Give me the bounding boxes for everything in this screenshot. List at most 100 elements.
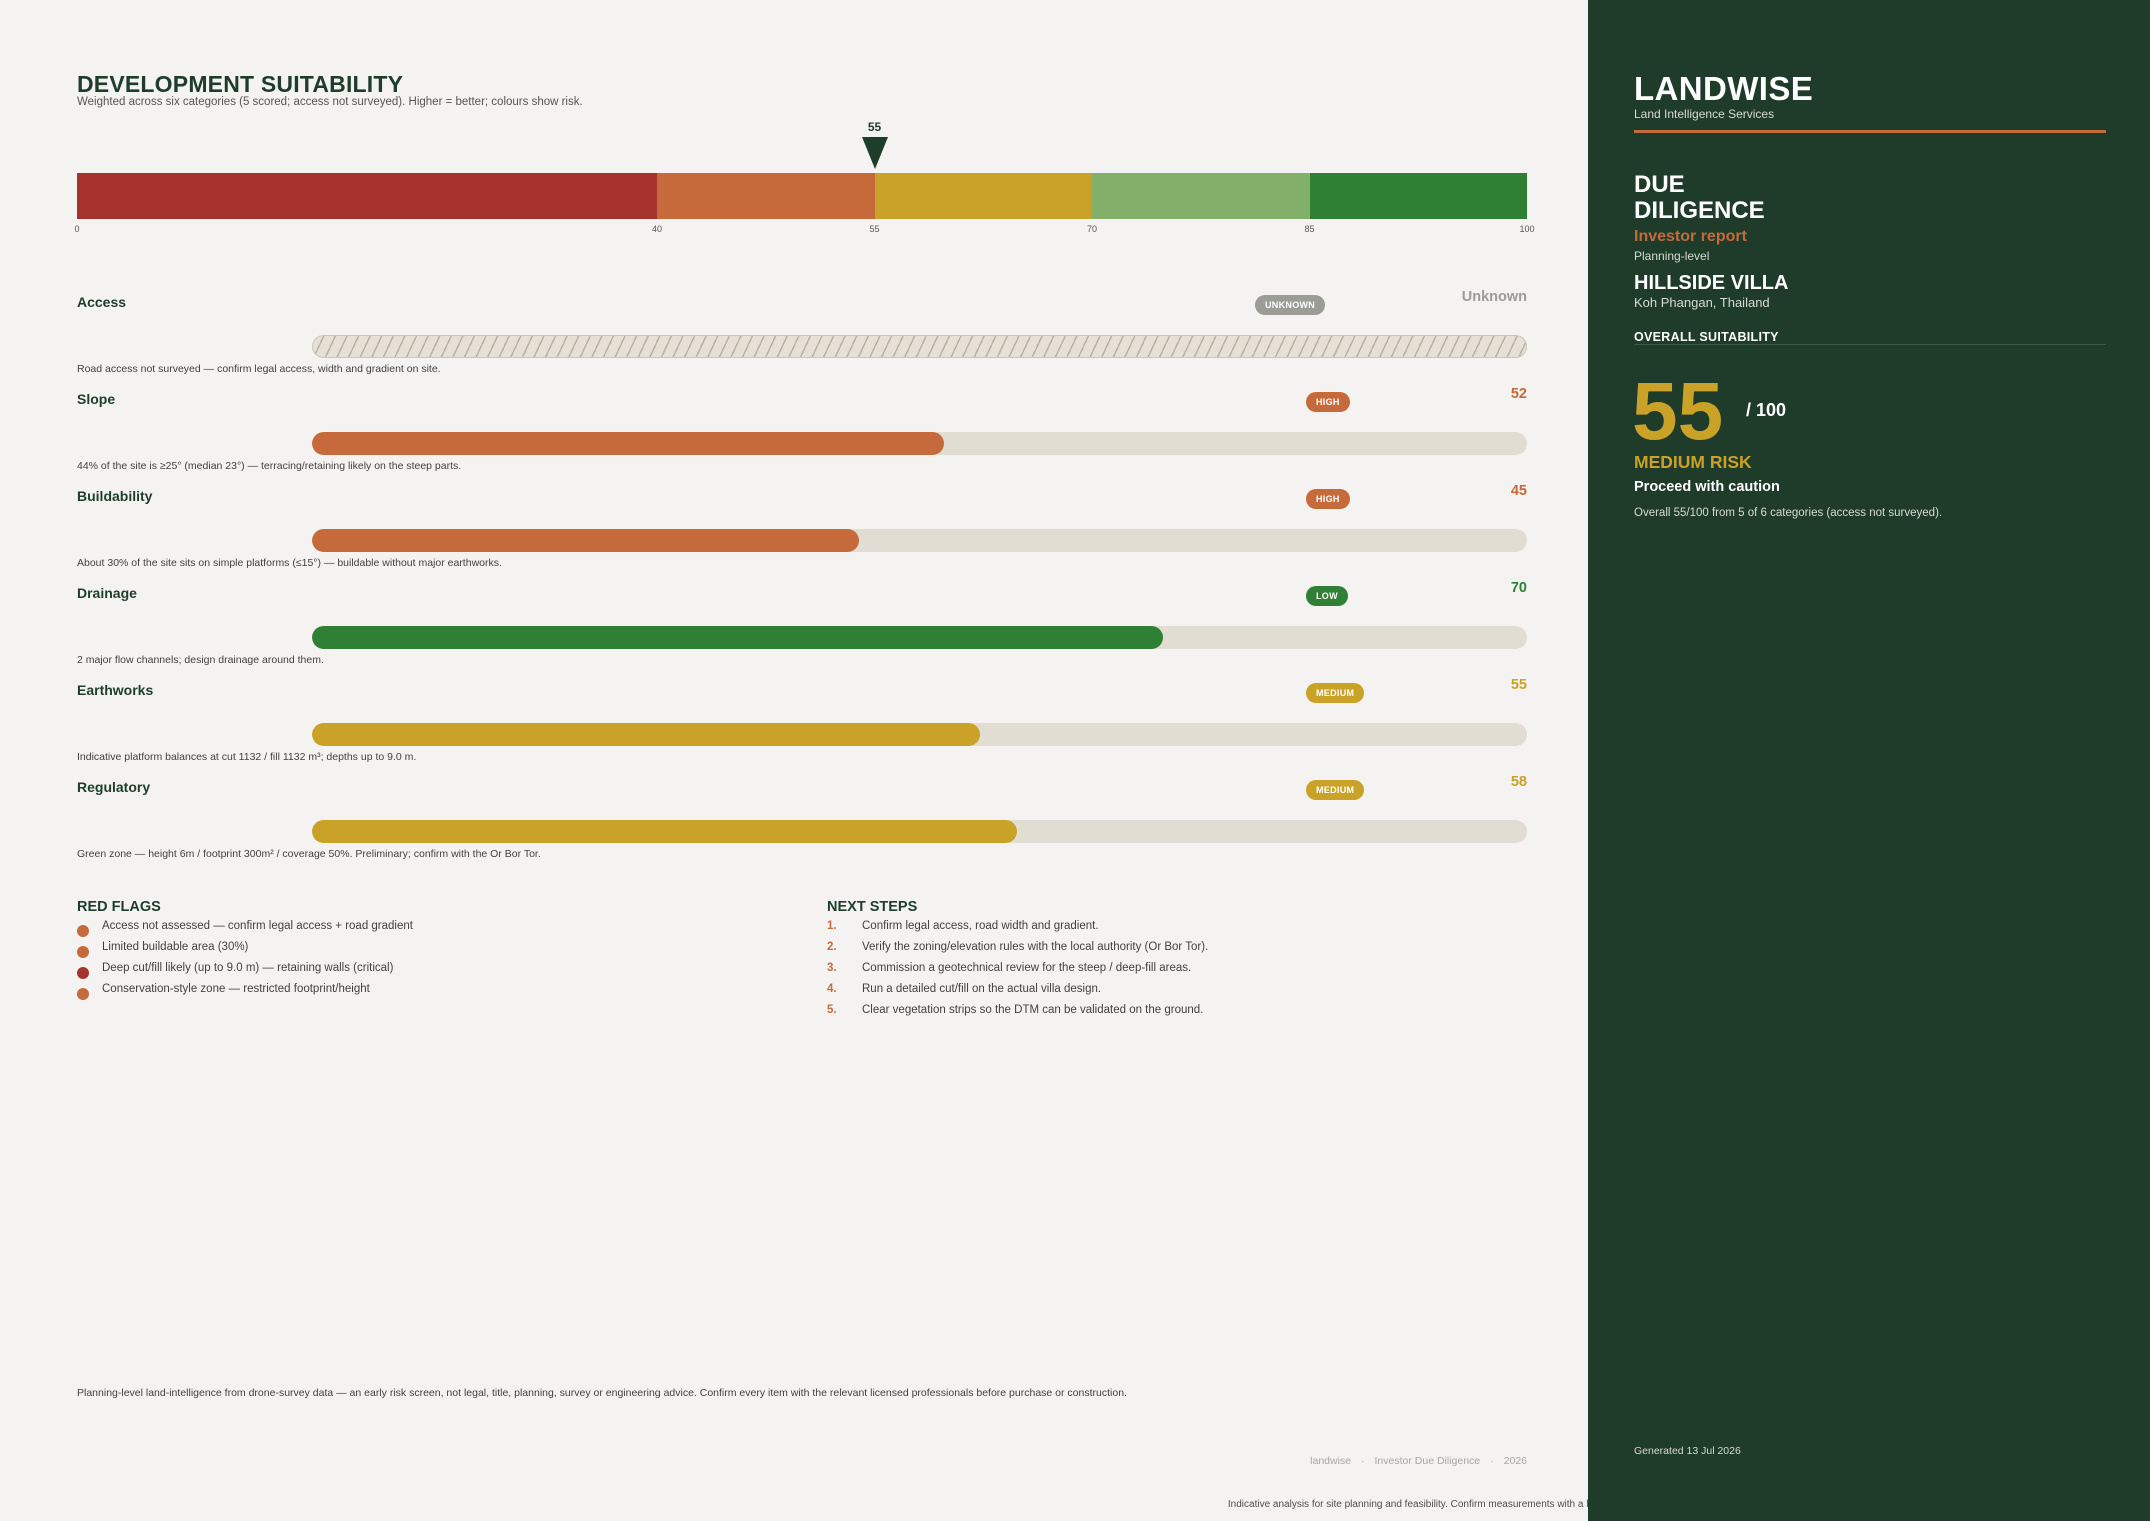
score-fill — [312, 529, 859, 552]
document-level: Planning-level — [1634, 249, 1710, 263]
score-fill — [312, 723, 981, 746]
category-name: Buildability — [77, 488, 153, 504]
page-title: DEVELOPMENT SUITABILITY — [77, 71, 404, 97]
footer-separator: · — [1490, 1455, 1494, 1467]
site-name: HILLSIDE VILLA — [1634, 272, 1789, 294]
flag-dot-icon — [77, 946, 89, 958]
flag-dot-icon — [77, 967, 89, 979]
scale-tick-label: 40 — [651, 224, 663, 234]
red-flag-text: Limited buildable area (30%) — [102, 941, 249, 953]
score-track — [312, 432, 1527, 455]
footer-year: 2026 — [1503, 1455, 1527, 1467]
step-number: 3. — [827, 962, 837, 974]
risk-badge: MEDIUM — [1306, 780, 1365, 800]
category-score: 45 — [1510, 483, 1527, 499]
step-text: Confirm legal access, road width and gra… — [862, 920, 1099, 932]
scale-band — [1309, 173, 1527, 219]
red-flag-text: Conservation-style zone — restricted foo… — [102, 983, 370, 995]
step-text: Commission a geotechnical review for the… — [862, 962, 1192, 974]
category-score: Unknown — [1461, 289, 1527, 305]
generated-date: Generated 13 Jul 2026 — [1634, 1445, 1741, 1457]
scale-band — [874, 173, 1092, 219]
category-note: Road access not surveyed — confirm legal… — [77, 363, 441, 375]
document-title-line: DUE — [1634, 171, 1685, 198]
document-title-line: DILIGENCE — [1634, 197, 1765, 224]
score-fill — [312, 432, 944, 455]
document-title: DUE DILIGENCE — [1634, 172, 1765, 224]
report-main: DEVELOPMENT SUITABILITY Weighted across … — [74, 0, 1534, 1521]
risk-action: Proceed with caution — [1634, 479, 1780, 495]
category-name: Drainage — [77, 585, 137, 601]
step-text: Run a detailed cut/fill on the actual vi… — [862, 983, 1102, 995]
document-type: Investor report — [1634, 228, 1747, 245]
overall-score: 55 — [1632, 366, 1724, 457]
next-steps-heading: NEXT STEPS — [827, 899, 918, 915]
category-score: 55 — [1510, 677, 1527, 693]
footer-doc: Investor Due Diligence — [1374, 1455, 1481, 1467]
scale-tick-label: 55 — [869, 224, 880, 234]
category-name: Regulatory — [77, 779, 151, 795]
category-row: Access UNKNOWN Unknown Road access not s… — [77, 289, 1527, 391]
risk-badge: LOW — [1306, 586, 1348, 606]
category-score: 70 — [1510, 580, 1527, 596]
score-marker-value: 55 — [867, 120, 882, 134]
risk-badge: UNKNOWN — [1255, 295, 1326, 315]
flag-dot-icon — [77, 925, 89, 937]
risk-detail: Overall 55/100 from 5 of 6 categories (a… — [1634, 507, 1943, 519]
score-marker-arrow-icon — [861, 137, 888, 169]
step-number: 1. — [827, 920, 837, 932]
step-number: 4. — [827, 983, 837, 995]
score-track-unsurveyed — [312, 335, 1527, 358]
scale-tick-label: 100 — [1519, 224, 1535, 234]
score-track — [312, 723, 1527, 746]
red-flag-text: Access not assessed — confirm legal acce… — [102, 920, 413, 932]
overall-divider — [1634, 344, 2106, 345]
brand-logo: LANDWISE — [1634, 70, 1814, 107]
brand-tagline: Land Intelligence Services — [1634, 107, 1775, 121]
red-flags-heading: RED FLAGS — [77, 899, 161, 915]
category-name: Access — [77, 294, 127, 310]
step-text: Verify the zoning/elevation rules with t… — [862, 941, 1209, 953]
category-name: Slope — [77, 391, 116, 407]
risk-badge: HIGH — [1306, 392, 1350, 412]
step-number: 2. — [827, 941, 837, 953]
footer-brand: landwise — [1310, 1455, 1351, 1467]
scale-tick-label: 0 — [74, 224, 80, 234]
score-fill — [312, 626, 1163, 649]
score-track — [312, 820, 1527, 843]
category-row: Earthworks MEDIUM 55 Indicative platform… — [77, 677, 1527, 779]
category-score: 52 — [1510, 386, 1527, 402]
page-subtitle: Weighted across six categories (5 scored… — [77, 96, 583, 108]
risk-badge: HIGH — [1306, 489, 1350, 509]
step-text: Clear vegetation strips so the DTM can b… — [862, 1004, 1204, 1016]
scale-band — [1092, 173, 1310, 219]
score-marker: 55 — [855, 120, 895, 169]
risk-level: MEDIUM RISK — [1634, 452, 1752, 472]
category-score: 58 — [1510, 774, 1527, 790]
category-note: About 30% of the site sits on simple pla… — [77, 557, 502, 569]
footer-meta: landwise · Investor Due Diligence · 2026 — [1310, 1455, 1527, 1467]
category-row: Drainage LOW 70 2 major flow channels; d… — [77, 580, 1527, 682]
sidebar: LANDWISE Land Intelligence Services DUE … — [1588, 0, 2150, 1521]
scale-band — [77, 173, 657, 219]
category-note: 2 major flow channels; design drainage a… — [77, 654, 324, 666]
category-note: Indicative platform balances at cut 1132… — [77, 751, 417, 763]
score-track — [312, 626, 1527, 649]
category-name: Earthworks — [77, 682, 154, 698]
suitability-scale-bar — [77, 173, 1527, 219]
disclaimer: Planning-level land-intelligence from dr… — [77, 1387, 1127, 1399]
score-track — [312, 529, 1527, 552]
scale-tick-label: 85 — [1304, 224, 1315, 234]
footer-separator: · — [1361, 1455, 1365, 1467]
overall-score-max: / 100 — [1746, 400, 1787, 420]
scale-band — [657, 173, 875, 219]
flag-dot-icon — [77, 988, 89, 1000]
category-row: Buildability HIGH 45 About 30% of the si… — [77, 483, 1527, 585]
category-note: 44% of the site is ≥25° (median 23°) — t… — [77, 460, 462, 472]
category-row: Regulatory MEDIUM 58 Green zone — height… — [77, 774, 1527, 876]
red-flag-text: Deep cut/fill likely (up to 9.0 m) — ret… — [102, 962, 394, 974]
category-row: Slope HIGH 52 44% of the site is ≥25° (m… — [77, 386, 1527, 488]
category-note: Green zone — height 6m / footprint 300m²… — [77, 848, 541, 860]
step-number: 5. — [827, 1004, 837, 1016]
site-location: Koh Phangan, Thailand — [1634, 295, 1770, 310]
